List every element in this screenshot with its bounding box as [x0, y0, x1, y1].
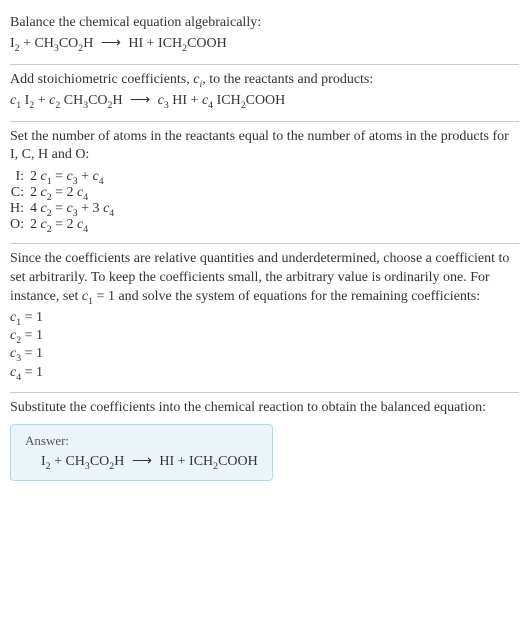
section-problem: Balance the chemical equation algebraica… — [10, 8, 519, 65]
equation-row: H:4 c2 = c3 + 3 c4 — [10, 201, 120, 217]
equation-row: C:2 c2 = 2 c4 — [10, 185, 120, 201]
equations-tbody: I:2 c1 = c3 + c4C:2 c2 = 2 c4H:4 c2 = c3… — [10, 169, 120, 233]
section-answer: Substitute the coefficients into the che… — [10, 393, 519, 491]
equations-table: I:2 c1 = c3 + c4C:2 c2 = 2 c4H:4 c2 = c3… — [10, 169, 120, 233]
coef-item: c4 = 1 — [10, 364, 519, 382]
coefficients-text: Add stoichiometric coefficients, ci, to … — [10, 71, 519, 90]
coef-item: c1 = 1 — [10, 309, 519, 327]
solve-text: Since the coefficients are relative quan… — [10, 250, 519, 307]
element-label: I: — [10, 169, 30, 185]
answer-box: Answer: I2 + CH3CO2H ⟶ HI + ICH2COOH — [10, 424, 273, 481]
problem-title: Balance the chemical equation algebraica… — [10, 14, 519, 33]
equation-row: O:2 c2 = 2 c4 — [10, 217, 120, 233]
element-equation: 2 c2 = 2 c4 — [30, 185, 120, 201]
section-equations: Set the number of atoms in the reactants… — [10, 122, 519, 245]
answer-text: Substitute the coefficients into the che… — [10, 399, 519, 418]
element-equation: 2 c1 = c3 + c4 — [30, 169, 120, 185]
reaction-unbalanced: I2 + CH3CO2H ⟶ HI + ICH2COOH — [10, 35, 519, 54]
element-label: O: — [10, 217, 30, 233]
reaction-with-coeffs: c1 I2 + c2 CH3CO2H ⟶ c3 HI + c4 ICH2COOH — [10, 92, 519, 111]
section-coefficients: Add stoichiometric coefficients, ci, to … — [10, 65, 519, 122]
element-equation: 2 c2 = 2 c4 — [30, 217, 120, 233]
equation-row: I:2 c1 = c3 + c4 — [10, 169, 120, 185]
element-label: H: — [10, 201, 30, 217]
answer-reaction: I2 + CH3CO2H ⟶ HI + ICH2COOH — [25, 453, 258, 470]
coef-item: c2 = 1 — [10, 327, 519, 345]
section-solve: Since the coefficients are relative quan… — [10, 244, 519, 392]
coef-item: c3 = 1 — [10, 345, 519, 363]
equations-text: Set the number of atoms in the reactants… — [10, 128, 519, 166]
element-equation: 4 c2 = c3 + 3 c4 — [30, 201, 120, 217]
coef-list: c1 = 1c2 = 1c3 = 1c4 = 1 — [10, 309, 519, 382]
answer-label: Answer: — [25, 433, 258, 449]
element-label: C: — [10, 185, 30, 201]
